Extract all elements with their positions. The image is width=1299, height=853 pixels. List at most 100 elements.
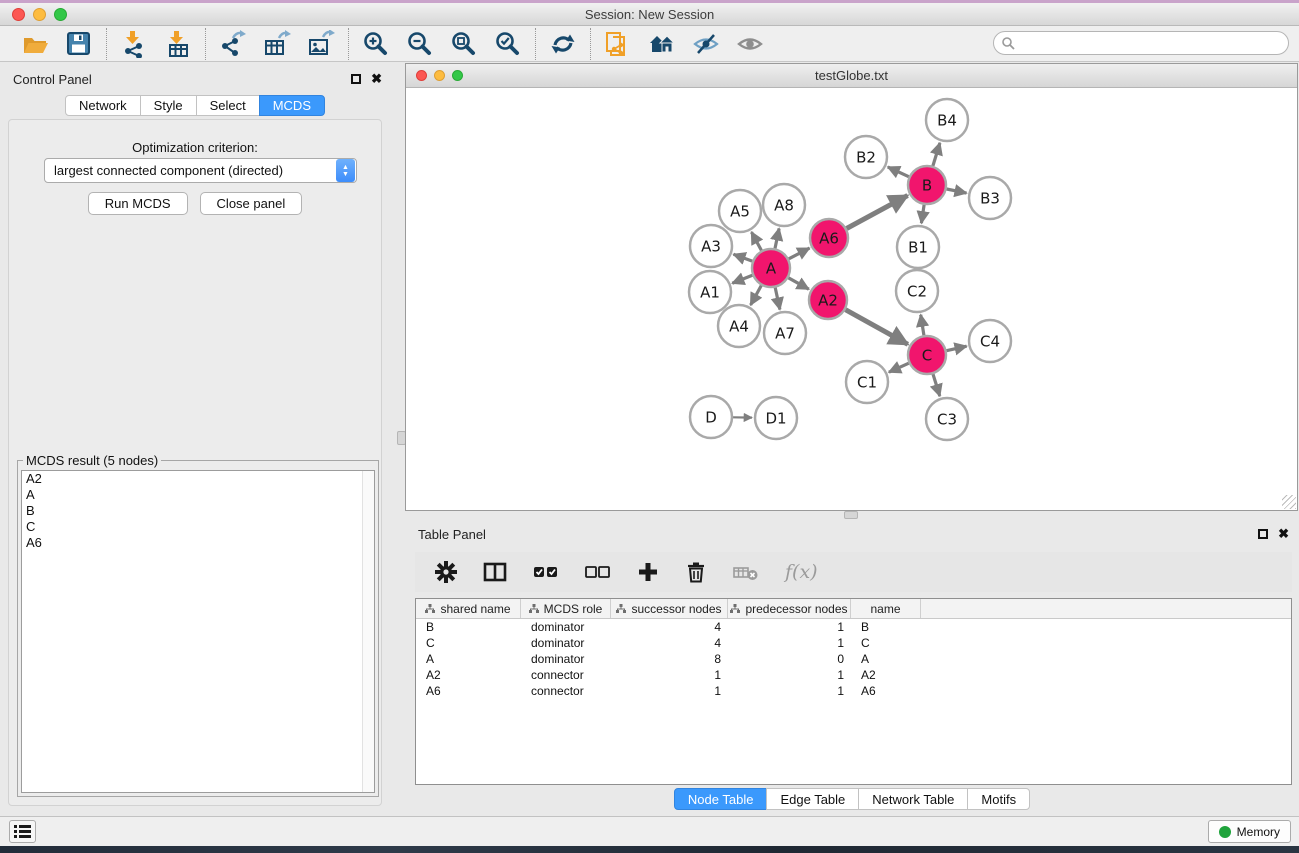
home-view-icon[interactable] xyxy=(648,30,676,58)
show-column-icon[interactable] xyxy=(483,561,507,583)
result-item[interactable]: C xyxy=(22,519,374,535)
column-header-mcds-role[interactable]: MCDS role xyxy=(521,599,611,618)
table-row[interactable]: Adominator80A xyxy=(416,651,1291,667)
zoom-in-icon[interactable] xyxy=(362,30,390,58)
new-network-from-file-icon[interactable] xyxy=(604,30,632,58)
zoom-fit-icon[interactable] xyxy=(450,30,478,58)
edge-A2-C[interactable] xyxy=(846,310,908,345)
tab-style[interactable]: Style xyxy=(140,95,197,116)
cell-mcds-role[interactable]: connector xyxy=(521,683,611,699)
cell-shared-name[interactable]: A6 xyxy=(416,683,521,699)
result-scrollbar[interactable] xyxy=(362,471,374,792)
edge-A-A7[interactable] xyxy=(775,288,780,310)
edge-B-B1[interactable] xyxy=(921,205,924,223)
cell-predecessor-nodes[interactable]: 1 xyxy=(728,635,851,651)
column-header-shared-name[interactable]: shared name xyxy=(416,599,521,618)
cell-shared-name[interactable]: A2 xyxy=(416,667,521,683)
tab-motifs[interactable]: Motifs xyxy=(967,788,1030,810)
table-row[interactable]: A2connector11A2 xyxy=(416,667,1291,683)
cell-shared-name[interactable]: A xyxy=(416,651,521,667)
edge-C-C2[interactable] xyxy=(921,315,924,336)
tab-network[interactable]: Network xyxy=(65,95,141,116)
mcds-result-list[interactable]: A2ABCA6 xyxy=(21,470,375,793)
column-header-successor-nodes[interactable]: successor nodes xyxy=(611,599,728,618)
function-builder-icon[interactable]: f(x) xyxy=(785,561,818,583)
zoom-selected-icon[interactable] xyxy=(494,30,522,58)
table-close-panel-icon[interactable]: ✖ xyxy=(1278,529,1289,539)
network-graph[interactable]: B4B2BB3B1A6A5A8A3AA1A4A7A2C2CC4C1C3DD1 xyxy=(406,88,1297,510)
edge-B-B2[interactable] xyxy=(888,167,909,177)
task-history-button[interactable] xyxy=(9,820,36,843)
cell-name[interactable]: C xyxy=(851,635,921,651)
cell-shared-name[interactable]: C xyxy=(416,635,521,651)
tab-edge-table[interactable]: Edge Table xyxy=(766,788,859,810)
horizontal-splitter-grip[interactable] xyxy=(844,511,858,519)
deselect-all-checkboxes-icon[interactable] xyxy=(585,561,611,583)
edge-A-A1[interactable] xyxy=(732,275,752,283)
cell-successor-nodes[interactable]: 8 xyxy=(611,651,728,667)
criterion-dropdown[interactable]: largest connected component (directed) ▲… xyxy=(44,158,357,183)
result-item[interactable]: B xyxy=(22,503,374,519)
import-network-icon[interactable] xyxy=(120,30,148,58)
table-float-panel-icon[interactable] xyxy=(1258,529,1268,539)
cell-mcds-role[interactable]: dominator xyxy=(521,651,611,667)
settings-gear-icon[interactable] xyxy=(435,561,457,583)
tab-select[interactable]: Select xyxy=(196,95,260,116)
edge-A-A5[interactable] xyxy=(752,232,762,250)
memory-button[interactable]: Memory xyxy=(1208,820,1291,843)
refresh-layout-icon[interactable] xyxy=(549,30,577,58)
cell-name[interactable]: B xyxy=(851,619,921,635)
result-item[interactable]: A2 xyxy=(22,471,374,487)
cell-predecessor-nodes[interactable]: 0 xyxy=(728,651,851,667)
table-row[interactable]: Cdominator41C xyxy=(416,635,1291,651)
hide-selected-eye-icon[interactable] xyxy=(692,30,720,58)
edge-B-B3[interactable] xyxy=(947,189,967,193)
column-header-name[interactable]: name xyxy=(851,599,921,618)
select-all-checkboxes-icon[interactable] xyxy=(533,561,559,583)
cell-predecessor-nodes[interactable]: 1 xyxy=(728,667,851,683)
edge-C-C3[interactable] xyxy=(933,374,940,396)
search-input[interactable] xyxy=(993,31,1289,55)
show-eye-icon[interactable] xyxy=(736,30,764,58)
edge-A-A4[interactable] xyxy=(751,286,762,306)
export-network-icon[interactable] xyxy=(219,30,247,58)
cell-mcds-role[interactable]: dominator xyxy=(521,619,611,635)
network-canvas[interactable]: B4B2BB3B1A6A5A8A3AA1A4A7A2C2CC4C1C3DD1 xyxy=(406,88,1297,510)
result-item[interactable]: A6 xyxy=(22,535,374,551)
cell-mcds-role[interactable]: connector xyxy=(521,667,611,683)
tab-node-table[interactable]: Node Table xyxy=(674,788,768,810)
delete-table-icon[interactable] xyxy=(733,561,759,583)
edge-A6-B[interactable] xyxy=(847,196,908,229)
table-row[interactable]: A6connector11A6 xyxy=(416,683,1291,699)
cell-name[interactable]: A xyxy=(851,651,921,667)
table-row[interactable]: Bdominator41B xyxy=(416,619,1291,635)
import-table-icon[interactable] xyxy=(164,30,192,58)
edge-C-C4[interactable] xyxy=(947,346,967,351)
edge-C-C1[interactable] xyxy=(889,363,909,372)
tab-network-table[interactable]: Network Table xyxy=(858,788,968,810)
export-table-icon[interactable] xyxy=(263,30,291,58)
cell-shared-name[interactable]: B xyxy=(416,619,521,635)
edge-A-A8[interactable] xyxy=(775,229,779,249)
cell-predecessor-nodes[interactable]: 1 xyxy=(728,683,851,699)
edge-A-A2[interactable] xyxy=(788,278,808,289)
cell-predecessor-nodes[interactable]: 1 xyxy=(728,619,851,635)
delete-row-icon[interactable] xyxy=(685,561,707,583)
edge-B-B4[interactable] xyxy=(933,143,940,166)
cell-successor-nodes[interactable]: 1 xyxy=(611,683,728,699)
zoom-out-icon[interactable] xyxy=(406,30,434,58)
cell-successor-nodes[interactable]: 1 xyxy=(611,667,728,683)
run-mcds-button[interactable]: Run MCDS xyxy=(88,192,188,215)
export-image-icon[interactable] xyxy=(307,30,335,58)
cell-successor-nodes[interactable]: 4 xyxy=(611,619,728,635)
cell-mcds-role[interactable]: dominator xyxy=(521,635,611,651)
open-file-icon[interactable] xyxy=(21,30,49,58)
save-session-icon[interactable] xyxy=(65,30,93,58)
add-row-icon[interactable] xyxy=(637,561,659,583)
tab-mcds[interactable]: MCDS xyxy=(259,95,325,116)
cell-successor-nodes[interactable]: 4 xyxy=(611,635,728,651)
column-header-predecessor-nodes[interactable]: predecessor nodes xyxy=(728,599,851,618)
node-table[interactable]: shared nameMCDS rolesuccessor nodesprede… xyxy=(415,598,1292,785)
cell-name[interactable]: A2 xyxy=(851,667,921,683)
edge-A-A6[interactable] xyxy=(789,248,810,259)
